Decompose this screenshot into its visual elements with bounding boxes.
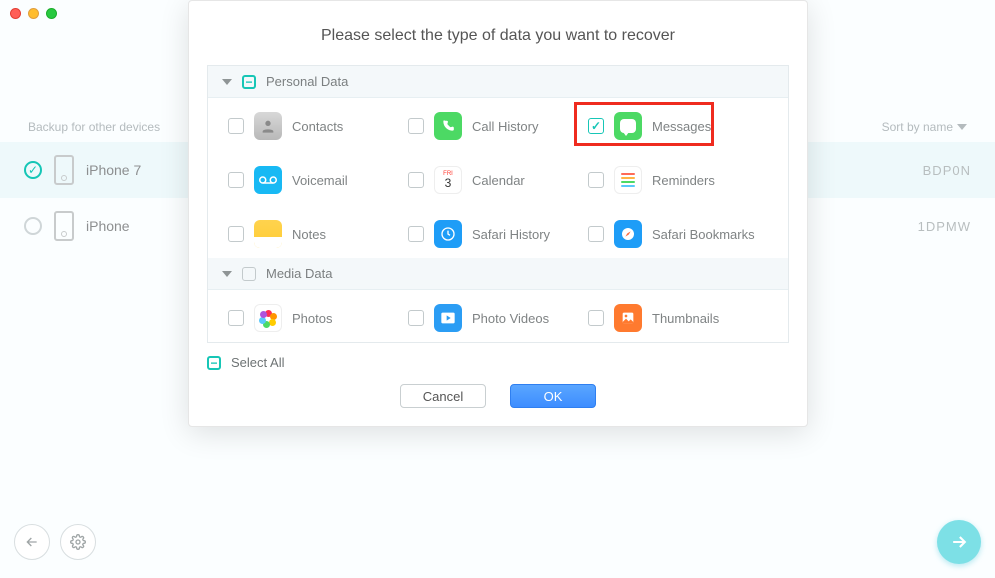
section-title: Personal Data: [266, 74, 348, 89]
chevron-down-icon: [222, 271, 232, 277]
window-traffic-lights: [10, 8, 57, 19]
checkbox-icon[interactable]: [408, 118, 424, 134]
option-label: Voicemail: [292, 173, 348, 188]
arrow-left-icon: [24, 534, 40, 550]
phone-icon: [54, 155, 74, 185]
device-id: 1DPMW: [918, 219, 971, 234]
contacts-icon: [254, 112, 282, 140]
option-voicemail[interactable]: Voicemail: [228, 166, 408, 194]
data-type-modal: Please select the type of data you want …: [188, 0, 808, 427]
option-reminders[interactable]: Reminders: [588, 166, 768, 194]
option-call-history[interactable]: Call History: [408, 112, 588, 140]
section-header-media[interactable]: Media Data: [208, 258, 788, 290]
option-safari-history[interactable]: Safari History: [408, 220, 588, 248]
section-header-personal[interactable]: − Personal Data: [208, 66, 788, 98]
checkbox-icon[interactable]: [408, 226, 424, 242]
option-label: Call History: [472, 119, 538, 134]
safari-bookmarks-icon: [614, 220, 642, 248]
indeterminate-checkbox-icon[interactable]: −: [207, 356, 221, 370]
arrow-right-icon: [949, 532, 969, 552]
checkbox-icon[interactable]: [242, 267, 256, 281]
checkbox-icon[interactable]: [588, 172, 604, 188]
cancel-button[interactable]: Cancel: [400, 384, 486, 408]
checkbox-icon[interactable]: [228, 226, 244, 242]
personal-data-grid: Contacts Call History Messages: [208, 98, 788, 258]
option-safari-bookmarks[interactable]: Safari Bookmarks: [588, 220, 768, 248]
device-id: BDP0N: [923, 163, 971, 178]
checkbox-icon[interactable]: [408, 310, 424, 326]
messages-icon: [614, 112, 642, 140]
settings-button[interactable]: [60, 524, 96, 560]
option-contacts[interactable]: Contacts: [228, 112, 408, 140]
option-messages[interactable]: Messages: [588, 112, 768, 140]
checkbox-icon[interactable]: [588, 310, 604, 326]
option-calendar[interactable]: FRI3 Calendar: [408, 166, 588, 194]
photos-icon: [254, 304, 282, 332]
media-data-grid: Photos Photo Videos Thumbnails: [208, 290, 788, 342]
option-label: Safari History: [472, 227, 550, 242]
checkbox-icon[interactable]: [228, 172, 244, 188]
option-label: Safari Bookmarks: [652, 227, 755, 242]
select-all-label: Select All: [231, 355, 284, 370]
modal-buttons: Cancel OK: [189, 374, 807, 408]
radio-unchecked-icon[interactable]: [24, 217, 42, 235]
radio-checked-icon[interactable]: [24, 161, 42, 179]
checkbox-icon[interactable]: [228, 310, 244, 326]
checkbox-icon[interactable]: [408, 172, 424, 188]
chevron-down-icon: [222, 79, 232, 85]
option-label: Photos: [292, 311, 332, 326]
option-label: Thumbnails: [652, 311, 719, 326]
option-photos[interactable]: Photos: [228, 304, 408, 332]
option-label: Calendar: [472, 173, 525, 188]
phone-call-icon: [434, 112, 462, 140]
option-notes[interactable]: Notes: [228, 220, 408, 248]
notes-icon: [254, 220, 282, 248]
photo-videos-icon: [434, 304, 462, 332]
thumbnails-icon: [614, 304, 642, 332]
voicemail-icon: [254, 166, 282, 194]
checkbox-checked-icon[interactable]: [588, 118, 604, 134]
sort-label: Sort by name: [882, 120, 953, 134]
maximize-icon[interactable]: [46, 8, 57, 19]
select-all-row[interactable]: − Select All: [189, 343, 807, 374]
option-label: Reminders: [652, 173, 715, 188]
option-label: Messages: [652, 119, 711, 134]
next-button[interactable]: [937, 520, 981, 564]
checkbox-icon[interactable]: [228, 118, 244, 134]
modal-title: Please select the type of data you want …: [189, 19, 807, 65]
checkbox-icon[interactable]: [588, 226, 604, 242]
section-title: Media Data: [266, 266, 332, 281]
reminders-icon: [614, 166, 642, 194]
option-thumbnails[interactable]: Thumbnails: [588, 304, 768, 332]
chevron-down-icon: [957, 124, 967, 130]
safari-history-icon: [434, 220, 462, 248]
gear-icon: [70, 534, 86, 550]
option-label: Contacts: [292, 119, 343, 134]
option-label: Photo Videos: [472, 311, 549, 326]
minimize-icon[interactable]: [28, 8, 39, 19]
sort-dropdown[interactable]: Sort by name: [882, 120, 967, 134]
option-label: Notes: [292, 227, 326, 242]
back-button[interactable]: [14, 524, 50, 560]
calendar-icon: FRI3: [434, 166, 462, 194]
bottom-bar: [14, 520, 981, 564]
close-icon[interactable]: [10, 8, 21, 19]
option-photo-videos[interactable]: Photo Videos: [408, 304, 588, 332]
backup-list-title: Backup for other devices: [28, 120, 160, 134]
indeterminate-checkbox-icon[interactable]: −: [242, 75, 256, 89]
data-type-list: − Personal Data Contacts Call History: [207, 65, 789, 343]
ok-button[interactable]: OK: [510, 384, 596, 408]
phone-icon: [54, 211, 74, 241]
